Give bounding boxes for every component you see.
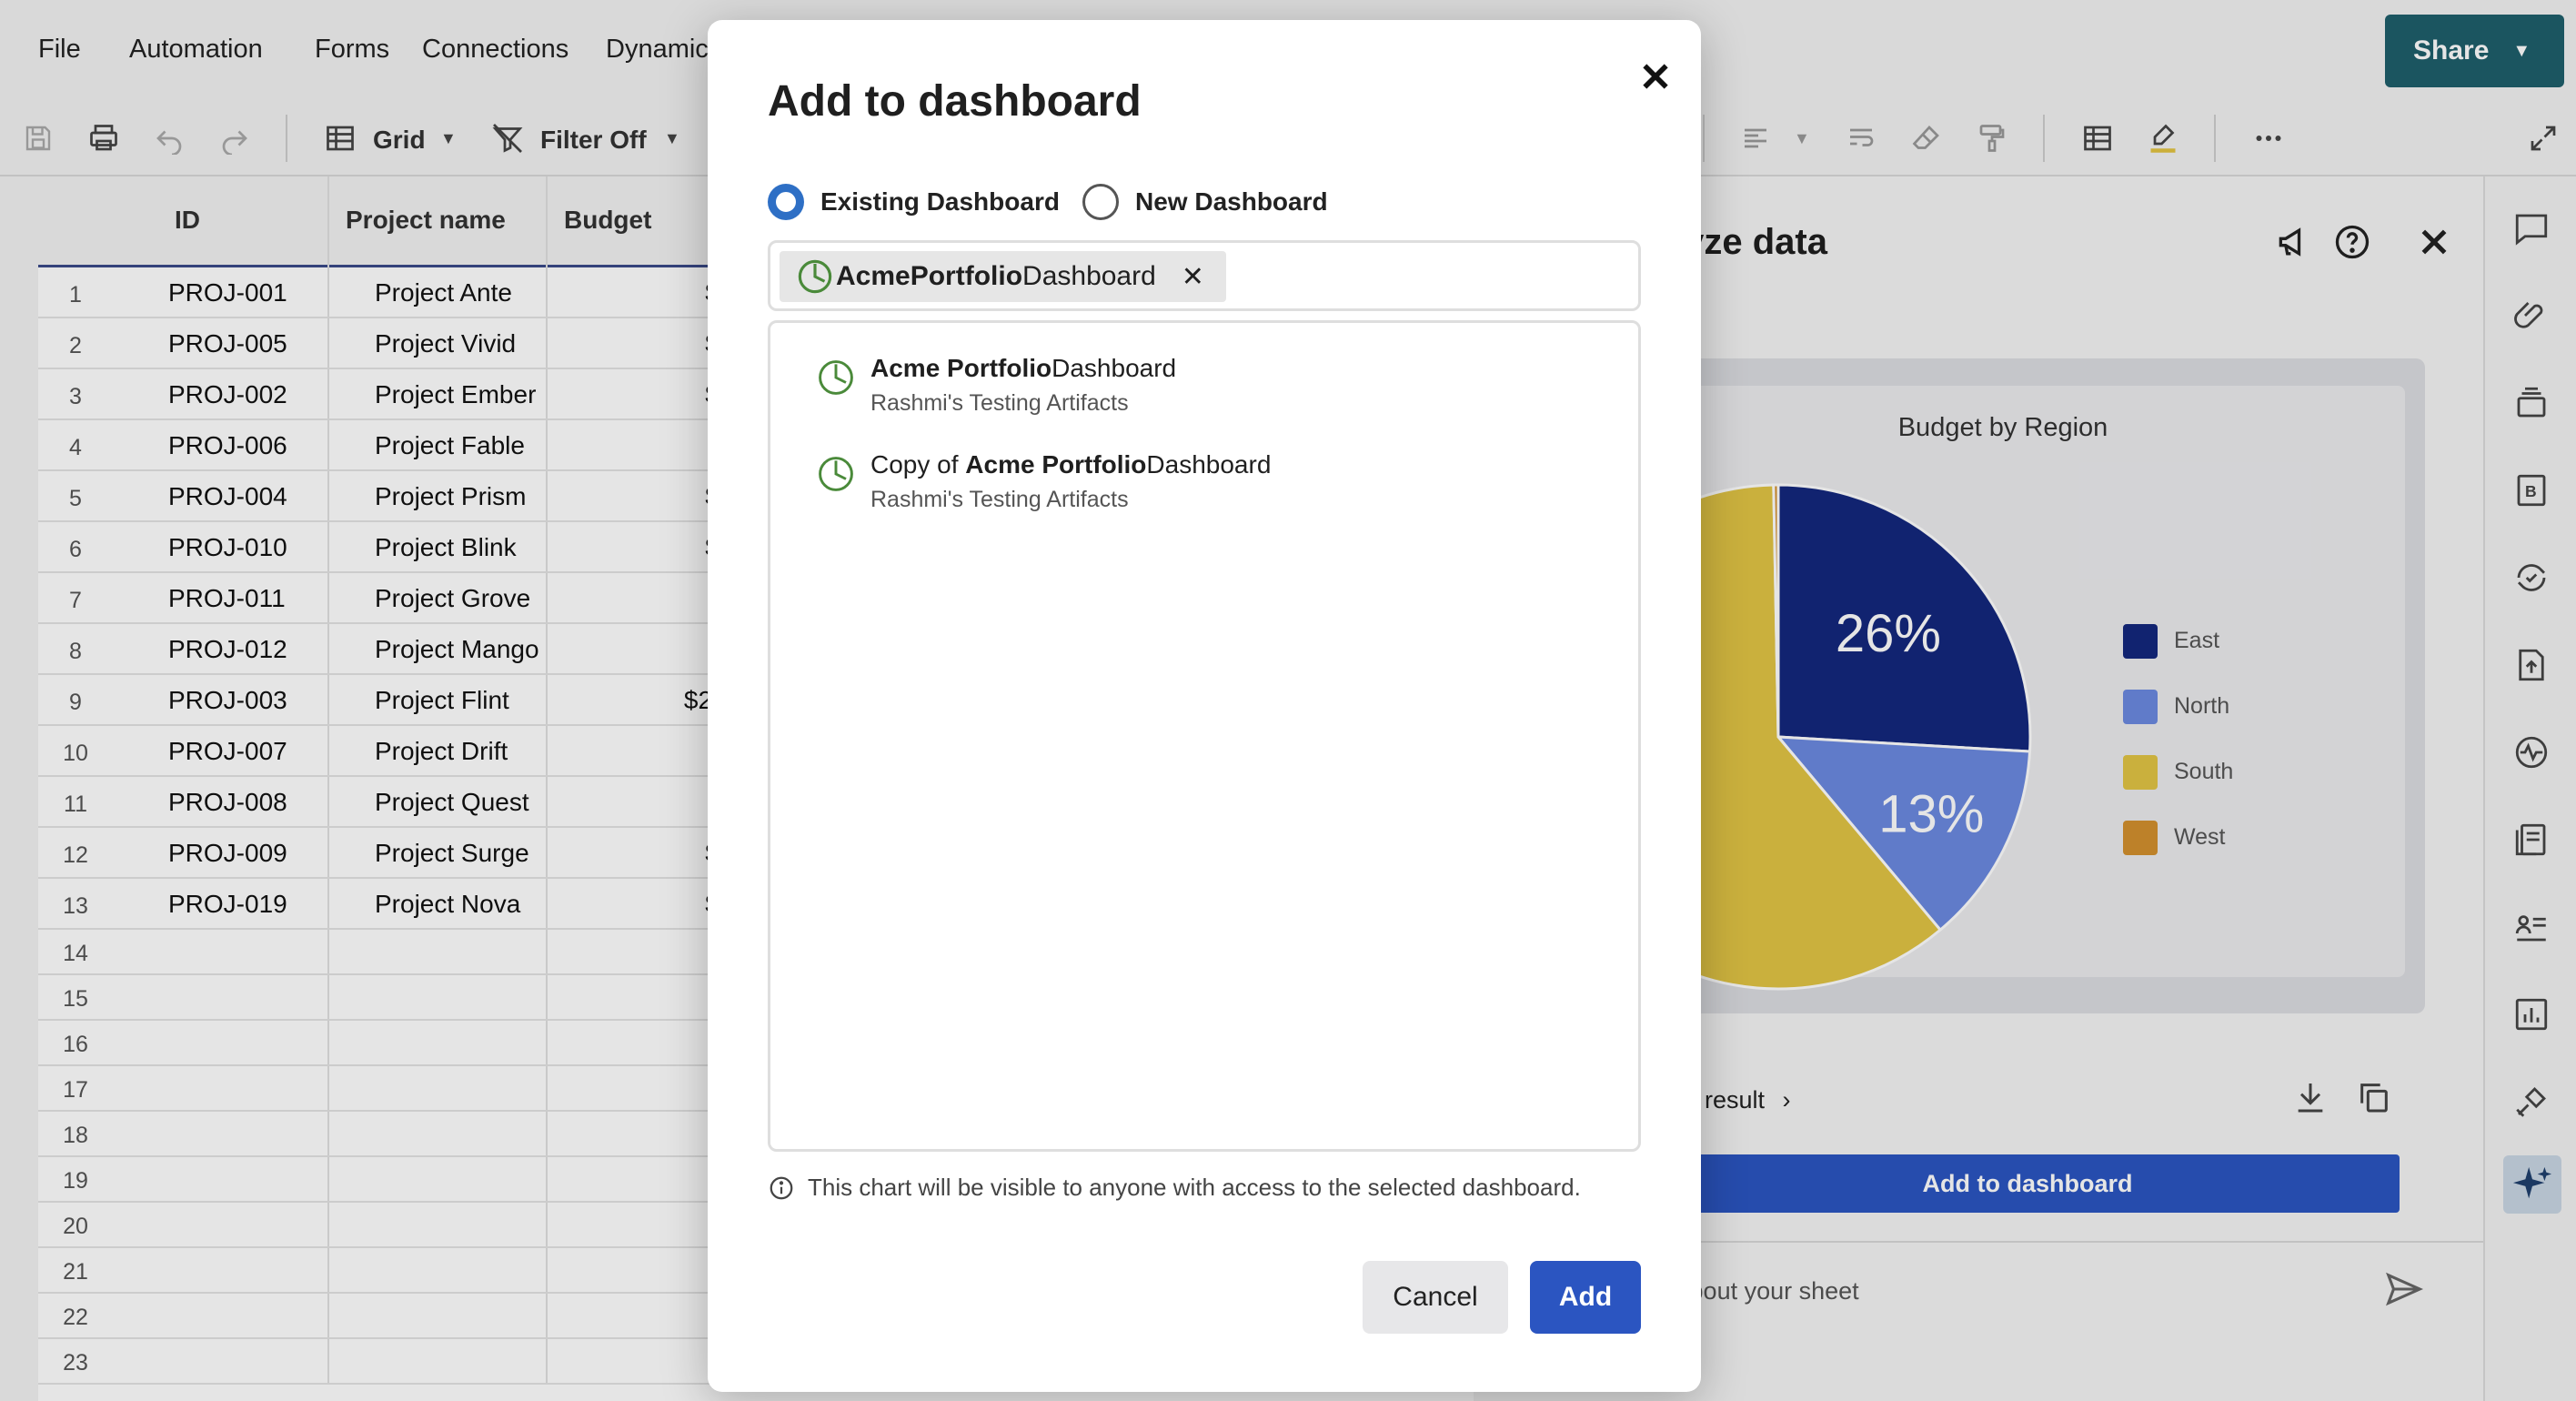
add-label: Add <box>1558 1282 1613 1312</box>
radio-selected-icon[interactable] <box>768 184 804 220</box>
result-title-rest: Dashboard <box>1052 354 1177 382</box>
add-button[interactable]: Add <box>1530 1261 1641 1334</box>
cancel-button[interactable]: Cancel <box>1363 1261 1508 1334</box>
info-text: This chart will be visible to anyone wit… <box>808 1174 1581 1201</box>
radio-new-label: New Dashboard <box>1135 187 1328 216</box>
info-icon <box>770 1176 793 1199</box>
result-subtitle: Rashmi's Testing Artifacts <box>870 487 1129 512</box>
dashboard-icon <box>819 360 853 395</box>
result-title: Copy of Acme PortfolioDashboard <box>870 450 1271 479</box>
result-title-bold: Acme Portfolio <box>965 450 1147 479</box>
cancel-label: Cancel <box>1393 1282 1478 1312</box>
result-subtitle: Rashmi's Testing Artifacts <box>870 390 1129 416</box>
chip-label: Dashboard <box>1022 261 1156 291</box>
dialog-title: Add to dashboard <box>768 77 1142 126</box>
dashboard-results-list: Acme PortfolioDashboard Rashmi's Testing… <box>768 320 1641 1152</box>
radio-existing-dashboard[interactable]: Existing Dashboard <box>768 184 1060 220</box>
dashboard-icon <box>819 457 853 491</box>
selected-dashboard-chip: AcmePortfolio Dashboard ✕ <box>780 251 1226 302</box>
result-prefix: Copy of <box>870 450 966 479</box>
result-title-rest: Dashboard <box>1146 450 1272 479</box>
remove-chip-icon[interactable]: ✕ <box>1182 261 1204 293</box>
radio-unselected-icon[interactable] <box>1082 184 1119 220</box>
close-icon[interactable] <box>1628 49 1683 104</box>
radio-new-dashboard[interactable]: New Dashboard <box>1082 184 1328 220</box>
result-title-bold: Acme Portfolio <box>870 354 1052 382</box>
chip-label-bold: AcmePortfolio <box>836 261 1023 291</box>
info-message: This chart will be visible to anyone wit… <box>768 1174 1581 1202</box>
result-title: Acme PortfolioDashboard <box>870 354 1176 383</box>
dashboard-icon <box>798 259 832 294</box>
add-to-dashboard-dialog: Add to dashboard Existing Dashboard New … <box>708 20 1701 1392</box>
dashboard-picker-input[interactable]: AcmePortfolio Dashboard ✕ <box>768 240 1641 311</box>
radio-existing-label: Existing Dashboard <box>820 187 1060 216</box>
